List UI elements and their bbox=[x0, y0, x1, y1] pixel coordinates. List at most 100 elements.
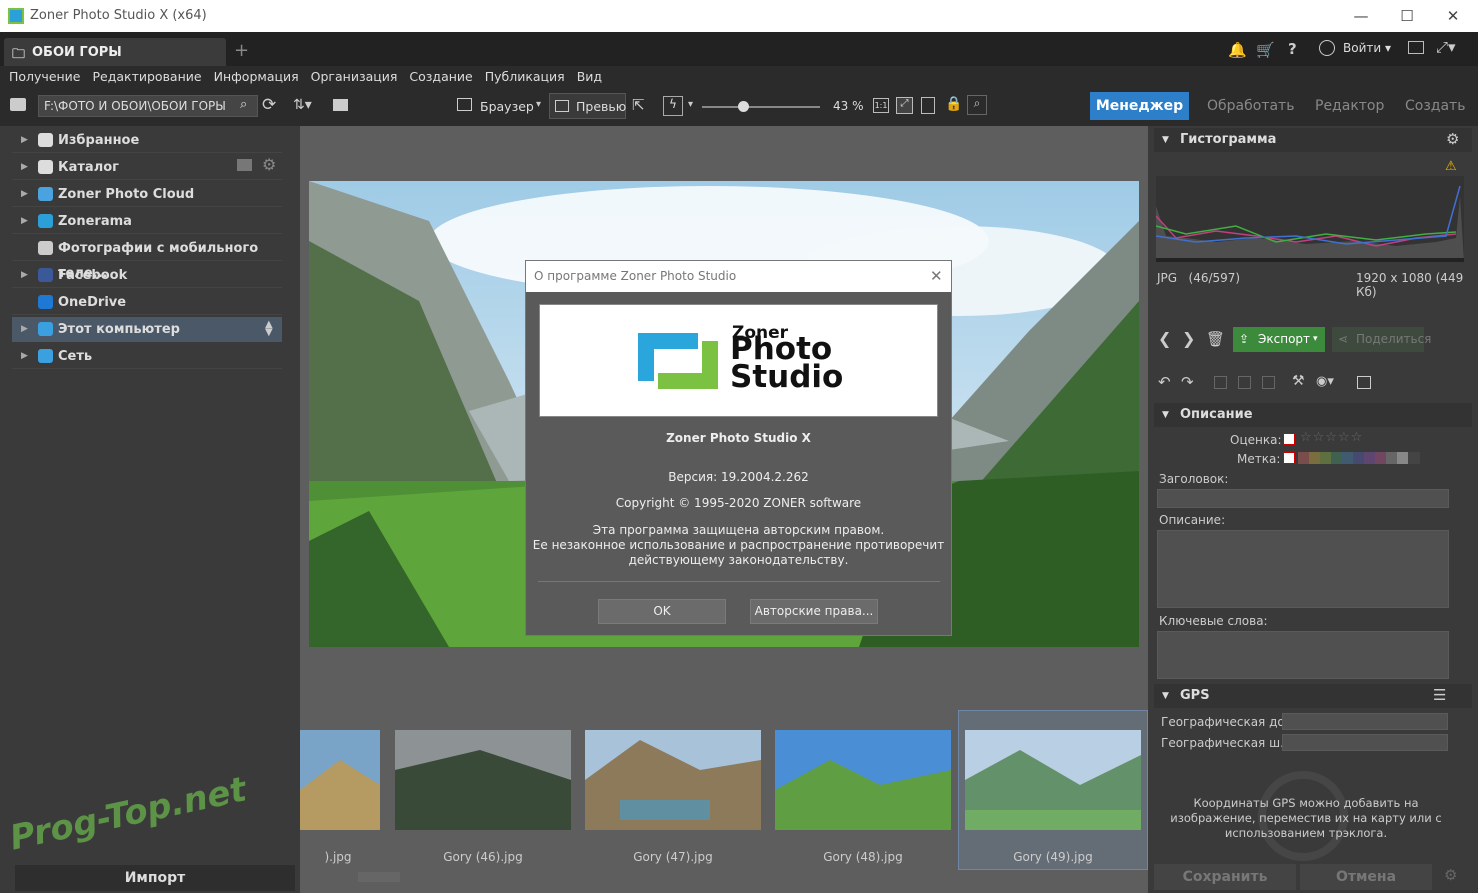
nav-item[interactable]: ▶ Сеть bbox=[12, 344, 282, 369]
settings-icon[interactable]: ⚙ bbox=[1446, 130, 1459, 148]
description-field[interactable] bbox=[1157, 530, 1449, 608]
help-icon[interactable]: ? bbox=[1288, 40, 1297, 58]
thumbnail-caption[interactable]: Gory (48).jpg bbox=[775, 850, 951, 864]
rating-stars[interactable]: ☆☆☆☆☆ bbox=[1300, 430, 1363, 445]
thumbnail-caption[interactable]: Gory (47).jpg bbox=[585, 850, 761, 864]
lock-icon[interactable]: 🔒 bbox=[945, 96, 962, 112]
nav-item[interactable]: ▶ Facebook bbox=[12, 263, 282, 288]
maximize-button[interactable]: ☐ bbox=[1384, 4, 1430, 28]
label-clear-icon[interactable] bbox=[1283, 452, 1295, 464]
chevron-down-icon[interactable]: ▾ bbox=[536, 99, 541, 110]
expand-arrow-icon[interactable]: ▶ bbox=[21, 263, 28, 288]
color-labels[interactable] bbox=[1298, 452, 1420, 464]
menu-item[interactable]: Организация bbox=[305, 66, 404, 84]
rating-clear-icon[interactable] bbox=[1283, 433, 1295, 445]
previous-icon[interactable]: ❮ bbox=[1158, 329, 1171, 348]
effects-icon[interactable]: ◉▾ bbox=[1316, 374, 1334, 389]
tab-folder[interactable]: 🗀 ОБОИ ГОРЫ bbox=[4, 38, 226, 66]
expand-arrow-icon[interactable]: ▶ bbox=[21, 182, 28, 207]
thumbnail-caption[interactable]: Gory (49).jpg bbox=[965, 850, 1141, 864]
export-button[interactable]: ⇪ Экспорт ▾ bbox=[1233, 327, 1325, 352]
expand-arrow-icon[interactable]: ▶ bbox=[21, 209, 28, 234]
menu-icon[interactable]: ☰ bbox=[1433, 686, 1446, 704]
save-button[interactable]: Сохранить bbox=[1154, 864, 1296, 890]
duplicate-icon[interactable] bbox=[1262, 376, 1275, 389]
cart-icon[interactable]: 🛒 bbox=[1256, 41, 1275, 59]
gear-icon[interactable]: ⚙ bbox=[262, 155, 276, 174]
zoom-slider-handle[interactable] bbox=[738, 101, 750, 112]
add-tab-button[interactable]: + bbox=[234, 40, 249, 61]
fit-height-icon[interactable] bbox=[921, 97, 935, 114]
monitor-icon[interactable] bbox=[1408, 41, 1424, 54]
expand-icon[interactable]: ▲ ▼ bbox=[265, 320, 273, 338]
expand-arrow-icon[interactable]: ▶ bbox=[21, 155, 28, 180]
mode-editor[interactable]: Редактор bbox=[1315, 92, 1384, 120]
description-header[interactable]: ▼ Описание bbox=[1154, 403, 1472, 427]
menu-item[interactable]: Вид bbox=[571, 66, 608, 84]
copy-icon[interactable] bbox=[1214, 376, 1227, 389]
menu-item[interactable]: Редактирование bbox=[87, 66, 208, 84]
close-button[interactable]: ✕ bbox=[1430, 4, 1476, 28]
flash-icon[interactable]: ϟ bbox=[663, 96, 683, 116]
mode-manager[interactable]: Менеджер bbox=[1090, 92, 1189, 120]
expand-arrow-icon[interactable]: ▶ bbox=[21, 128, 28, 153]
actual-size-icon[interactable]: 1:1 bbox=[873, 98, 889, 113]
nav-item[interactable]: ▶ Zoner Photo Cloud bbox=[12, 182, 282, 207]
path-input[interactable]: F:\ФОТО И ОБОИ\ОБОИ ГОРЫ bbox=[38, 95, 258, 117]
add-to-collection-icon[interactable] bbox=[1357, 376, 1371, 389]
mode-create[interactable]: Создать bbox=[1405, 92, 1465, 120]
menu-item[interactable]: Информация bbox=[208, 66, 305, 84]
menu-item[interactable]: Получение bbox=[0, 66, 87, 84]
histogram-header[interactable]: ▼ Гистограмма bbox=[1154, 128, 1472, 152]
zoom-search-icon[interactable]: ⌕ bbox=[967, 95, 987, 115]
scrollbar-handle[interactable] bbox=[358, 872, 400, 882]
nav-item[interactable]: ▶ Zonerama bbox=[12, 209, 282, 234]
preview-button[interactable]: Превью bbox=[549, 93, 626, 119]
folder-up-icon[interactable] bbox=[10, 98, 26, 111]
move-icon[interactable] bbox=[1238, 376, 1251, 389]
share-button[interactable]: ⋖ Поделиться bbox=[1332, 327, 1431, 352]
nav-item[interactable]: Фотографии с мобильного теле... bbox=[12, 236, 282, 281]
minimize-button[interactable]: — bbox=[1338, 4, 1384, 28]
ok-button[interactable]: OK bbox=[598, 599, 726, 624]
rotate-right-icon[interactable]: ↷ bbox=[1181, 373, 1194, 391]
title-bar: Zoner Photo Studio X (x64) — ☐ ✕ bbox=[0, 0, 1478, 32]
thumbnail-caption[interactable]: Gory (46).jpg bbox=[395, 850, 571, 864]
next-icon[interactable]: ❯ bbox=[1182, 329, 1195, 348]
rotate-left-icon[interactable]: ↶ bbox=[1158, 373, 1171, 391]
import-button[interactable]: Импорт bbox=[15, 865, 295, 891]
latitude-field[interactable] bbox=[1282, 713, 1448, 730]
nav-item[interactable]: OneDrive bbox=[12, 290, 282, 315]
cancel-button[interactable]: Отмена bbox=[1300, 864, 1432, 890]
expand-arrow-icon[interactable]: ▶ bbox=[21, 344, 28, 369]
chevron-down-icon[interactable]: ▾ bbox=[688, 99, 693, 110]
copyright-button[interactable]: Авторские права... bbox=[750, 599, 878, 624]
bell-icon[interactable]: 🔔 bbox=[1228, 41, 1247, 59]
dialog-close-icon[interactable]: ✕ bbox=[930, 267, 943, 285]
fullscreen-icon[interactable]: ⤢▾ bbox=[1436, 38, 1456, 56]
search-icon[interactable]: ⌕ bbox=[240, 97, 247, 112]
keywords-field[interactable] bbox=[1157, 631, 1449, 679]
heading-field[interactable] bbox=[1157, 489, 1449, 508]
thumbnail-selection[interactable] bbox=[958, 710, 1148, 870]
settings-icon[interactable]: ⚙ bbox=[1444, 866, 1457, 884]
nav-item[interactable]: ▶ Этот компьютер bbox=[12, 317, 282, 342]
login-button[interactable]: Войти ▾ bbox=[1343, 41, 1391, 55]
fit-icon[interactable]: ⤢ bbox=[896, 97, 913, 114]
trash-icon[interactable]: 🗑 bbox=[1206, 330, 1225, 348]
tools-icon[interactable]: ⚒ bbox=[1292, 373, 1305, 389]
longitude-field[interactable] bbox=[1282, 734, 1448, 751]
expand-arrow-icon[interactable]: ▶ bbox=[21, 317, 28, 342]
mode-develop[interactable]: Обработать bbox=[1207, 92, 1294, 120]
browser-button[interactable]: Браузер bbox=[480, 99, 534, 114]
external-link-icon[interactable]: ⇱ bbox=[632, 96, 645, 114]
nav-item[interactable]: ▶ Избранное bbox=[12, 128, 282, 153]
sort-icon[interactable]: ⇅▾ bbox=[293, 97, 312, 113]
refresh-icon[interactable]: ⟳ bbox=[262, 95, 276, 115]
zoom-slider[interactable] bbox=[702, 101, 820, 112]
add-folder-icon[interactable] bbox=[237, 159, 252, 171]
menu-item[interactable]: Создание bbox=[403, 66, 478, 84]
gps-header[interactable]: ▼ GPS bbox=[1154, 684, 1472, 708]
new-folder-icon[interactable] bbox=[333, 99, 348, 111]
menu-item[interactable]: Публикация bbox=[479, 66, 571, 84]
